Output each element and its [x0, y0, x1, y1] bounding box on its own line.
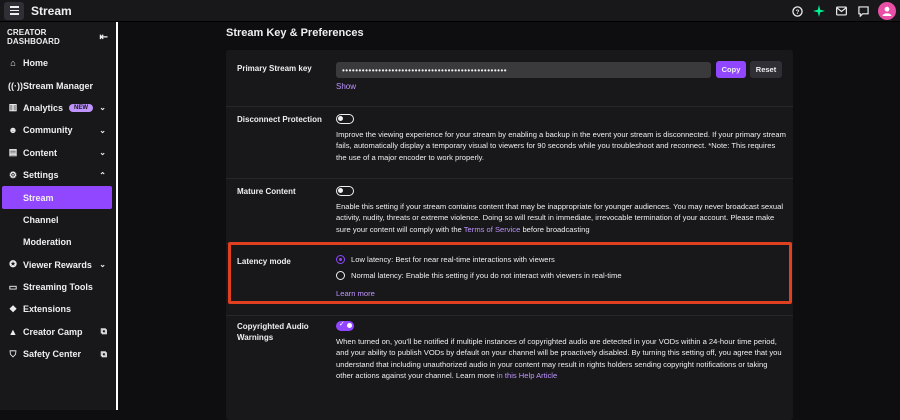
normal-latency-radio[interactable]	[336, 271, 345, 280]
mature-content-label: Mature Content	[237, 187, 296, 196]
sidebar-item-community[interactable]: ☻ Community ⌄	[0, 119, 116, 141]
disconnect-protection-label: Disconnect Protection	[237, 115, 322, 124]
main-content: Stream Key & Preferences Primary Stream …	[120, 22, 900, 420]
app-title: Stream	[31, 3, 72, 18]
reset-button[interactable]: Reset	[750, 61, 782, 78]
disconnect-protection-row: Disconnect Protection Improve the viewin…	[226, 107, 793, 179]
rewards-icon: ✪	[9, 259, 17, 270]
sidebar-item-streaming-tools[interactable]: ▭ Streaming Tools	[0, 276, 116, 298]
external-link-icon: ⧉	[100, 326, 107, 337]
disconnect-protection-description: Improve the viewing experience for your …	[336, 130, 786, 162]
sidebar-header: CREATOR DASHBOARD ⇤	[7, 28, 108, 46]
collapse-sidebar-icon[interactable]: ⇤	[100, 32, 108, 43]
camera-icon: ▭	[8, 281, 18, 292]
sidebar-item-creator-camp[interactable]: ▲ Creator Camp ⧉	[0, 321, 116, 343]
sidebar-item-viewer-rewards[interactable]: ✪ Viewer Rewards ⌄	[0, 254, 116, 276]
top-bar: Stream ?	[0, 0, 900, 22]
new-badge: NEW	[69, 103, 94, 112]
chevron-up-icon: ⌃	[99, 170, 106, 180]
copyrighted-audio-toggle[interactable]: ✓	[336, 321, 354, 331]
mail-icon[interactable]	[834, 4, 848, 18]
sidebar-item-stream[interactable]: Stream	[2, 186, 112, 209]
svg-text:?: ?	[795, 8, 799, 15]
latency-mode-row: Latency mode Low latency: Best for near …	[226, 244, 793, 316]
disconnect-protection-toggle[interactable]	[336, 114, 354, 124]
sidebar-item-content[interactable]: ▤ Content ⌄	[0, 142, 116, 164]
latency-learn-more-link[interactable]: Learn more	[336, 289, 375, 298]
chat-icon[interactable]	[856, 4, 870, 18]
help-icon[interactable]: ?	[790, 4, 804, 18]
chevron-down-icon: ⌄	[99, 260, 106, 270]
chevron-down-icon: ⌄	[99, 148, 106, 158]
menu-icon[interactable]	[4, 1, 24, 20]
chevron-down-icon: ⌄	[99, 125, 106, 135]
home-icon: ⌂	[10, 58, 16, 69]
sidebar-item-analytics[interactable]: ▥ Analytics NEW ⌄	[0, 97, 116, 119]
copyrighted-audio-row: Copyrighted Audio Warnings ✓ When turned…	[226, 316, 793, 420]
sidebar: CREATOR DASHBOARD ⇤ ⌂ Home ((·)) Stream Ma…	[0, 22, 118, 410]
normal-latency-option[interactable]: Normal latency: Enable this setting if y…	[336, 271, 622, 280]
show-link[interactable]: Show	[336, 82, 356, 91]
broadcast-icon: ((·))	[8, 80, 23, 91]
low-latency-option[interactable]: Low latency: Best for near real-time int…	[336, 255, 555, 264]
sidebar-item-moderation[interactable]: Moderation	[0, 231, 116, 253]
section-title: Stream Key & Preferences	[226, 27, 364, 39]
copyrighted-audio-description: When turned on, you'll be notified if mu…	[336, 337, 782, 380]
primary-stream-key-label: Primary Stream key	[237, 64, 312, 73]
sidebar-item-home[interactable]: ⌂ Home	[0, 52, 116, 74]
avatar[interactable]	[878, 2, 896, 20]
sidebar-item-stream-manager[interactable]: ((·)) Stream Manager	[0, 74, 116, 96]
external-link-icon: ⧉	[100, 348, 107, 359]
shield-icon: ⛉	[9, 348, 17, 359]
low-latency-radio[interactable]	[336, 255, 345, 264]
extensions-icon: ❖	[8, 303, 18, 314]
copyrighted-audio-label: Copyrighted Audio Warnings	[237, 322, 309, 342]
community-icon: ☻	[8, 125, 18, 136]
gear-icon: ⚙	[8, 169, 18, 180]
copy-button[interactable]: Copy	[716, 61, 746, 78]
analytics-icon: ▥	[8, 102, 18, 113]
primary-stream-key-row: Primary Stream key •••••••••••••••••••••…	[226, 50, 793, 107]
mature-content-row: Mature Content Enable this setting if yo…	[226, 179, 793, 244]
mature-content-toggle[interactable]	[336, 186, 354, 196]
camp-icon: ▲	[8, 326, 18, 337]
sidebar-item-extensions[interactable]: ❖ Extensions	[0, 298, 116, 320]
settings-panel: Primary Stream key •••••••••••••••••••••…	[226, 50, 793, 420]
help-article-link[interactable]: in this Help Article	[497, 371, 557, 380]
check-icon: ✓	[339, 321, 345, 328]
stream-key-input[interactable]: ••••••••••••••••••••••••••••••••••••••••…	[336, 62, 711, 78]
chevron-down-icon: ⌄	[99, 103, 106, 113]
latency-mode-label: Latency mode	[237, 257, 291, 266]
sparkle-icon[interactable]	[812, 4, 826, 18]
mature-content-description: Enable this setting if your stream conta…	[336, 202, 784, 234]
content-icon: ▤	[8, 147, 18, 158]
sidebar-item-settings[interactable]: ⚙ Settings ⌃	[0, 164, 116, 186]
sidebar-item-safety-center[interactable]: ⛉ Safety Center ⧉	[0, 343, 116, 365]
terms-of-service-link[interactable]: Terms of Service	[464, 225, 521, 234]
sidebar-item-channel[interactable]: Channel	[0, 209, 116, 231]
